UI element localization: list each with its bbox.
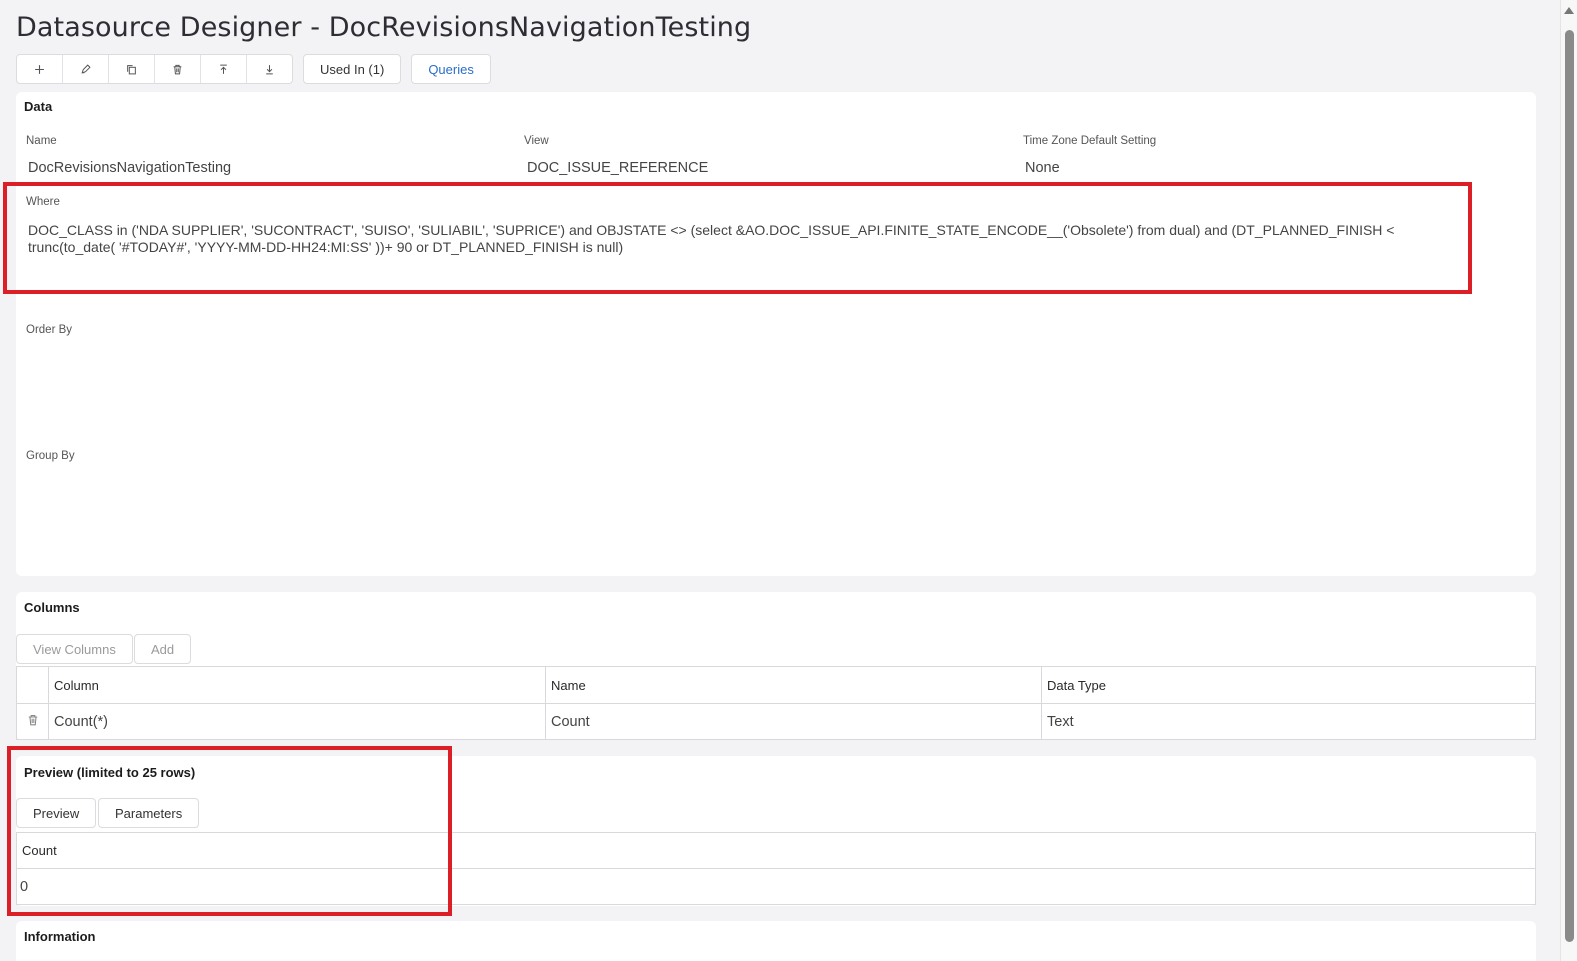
header-spacer [16, 666, 49, 704]
copy-button[interactable] [109, 55, 155, 83]
queries-button[interactable]: Queries [411, 54, 491, 84]
edit-button[interactable] [63, 55, 109, 83]
order-by-label: Order By [26, 324, 73, 336]
move-up-button[interactable] [201, 55, 247, 83]
where-label: Where [26, 196, 60, 208]
timezone-label: Time Zone Default Setting [1023, 135, 1157, 147]
plus-icon [35, 64, 44, 74]
table-header-row: Column Name Data Type [16, 666, 1536, 704]
view-columns-button[interactable]: View Columns [16, 634, 133, 664]
delete-button[interactable] [155, 55, 201, 83]
group-by-label: Group By [26, 450, 75, 462]
data-type-header: Data Type [1041, 666, 1536, 704]
data-panel: Data Name DocRevisionsNavigationTesting … [16, 92, 1536, 576]
name-label: Name [26, 135, 57, 147]
column-header: Column [48, 666, 546, 704]
vertical-scrollbar[interactable] [1560, 0, 1577, 961]
move-up-icon [220, 64, 227, 74]
preview-panel: Preview (limited to 25 rows) Preview Par… [16, 756, 1536, 906]
row-delete-cell[interactable] [16, 703, 49, 740]
row-column-value: Count(*) [48, 703, 546, 740]
view-label: View [524, 135, 549, 147]
row-data-type-value: Text [1041, 703, 1536, 740]
table-row: 0 [16, 868, 1536, 905]
scroll-up-arrow-icon[interactable] [1564, 7, 1574, 14]
table-row: Count(*) Count Text [16, 703, 1536, 740]
preview-count-header: Count [16, 832, 1536, 869]
view-value: DOC_ISSUE_REFERENCE [527, 160, 709, 176]
columns-panel-title: Columns [24, 600, 80, 615]
copy-icon [127, 64, 136, 74]
scrollbar-thumb[interactable] [1565, 30, 1574, 942]
columns-panel: Columns View Columns Add Column Name Dat… [16, 592, 1536, 740]
name-value: DocRevisionsNavigationTesting [28, 160, 232, 176]
parameters-button[interactable]: Parameters [98, 798, 200, 828]
timezone-value: None [1025, 160, 1060, 176]
preview-panel-title: Preview (limited to 25 rows) [24, 765, 196, 780]
preview-button[interactable]: Preview [16, 798, 97, 828]
toolbar: Used In (1) Queries [16, 54, 491, 84]
page-title: Datasource Designer - DocRevisionsNaviga… [16, 12, 752, 43]
row-name-value: Count [545, 703, 1042, 740]
add-button[interactable] [17, 55, 63, 83]
preview-table: Count 0 [16, 832, 1536, 905]
used-in-button[interactable]: Used In (1) [303, 54, 402, 84]
add-column-button[interactable]: Add [134, 634, 192, 664]
edit-icon [81, 63, 91, 74]
columns-table: Column Name Data Type Count(*) Count Tex… [16, 666, 1536, 740]
toolbar-icon-group [16, 54, 293, 84]
trash-icon[interactable] [27, 714, 39, 726]
move-down-button[interactable] [247, 55, 292, 83]
information-panel-title: Information [24, 929, 96, 944]
delete-icon [173, 64, 182, 74]
preview-count-value: 0 [16, 868, 1536, 905]
data-panel-title: Data [24, 99, 53, 114]
preview-header-row: Count [16, 832, 1536, 869]
information-panel: Information [16, 921, 1536, 961]
where-value: DOC_CLASS in ('NDA SUPPLIER', 'SUCONTRAC… [28, 222, 1395, 255]
move-down-icon [266, 64, 273, 74]
name-header: Name [545, 666, 1042, 704]
